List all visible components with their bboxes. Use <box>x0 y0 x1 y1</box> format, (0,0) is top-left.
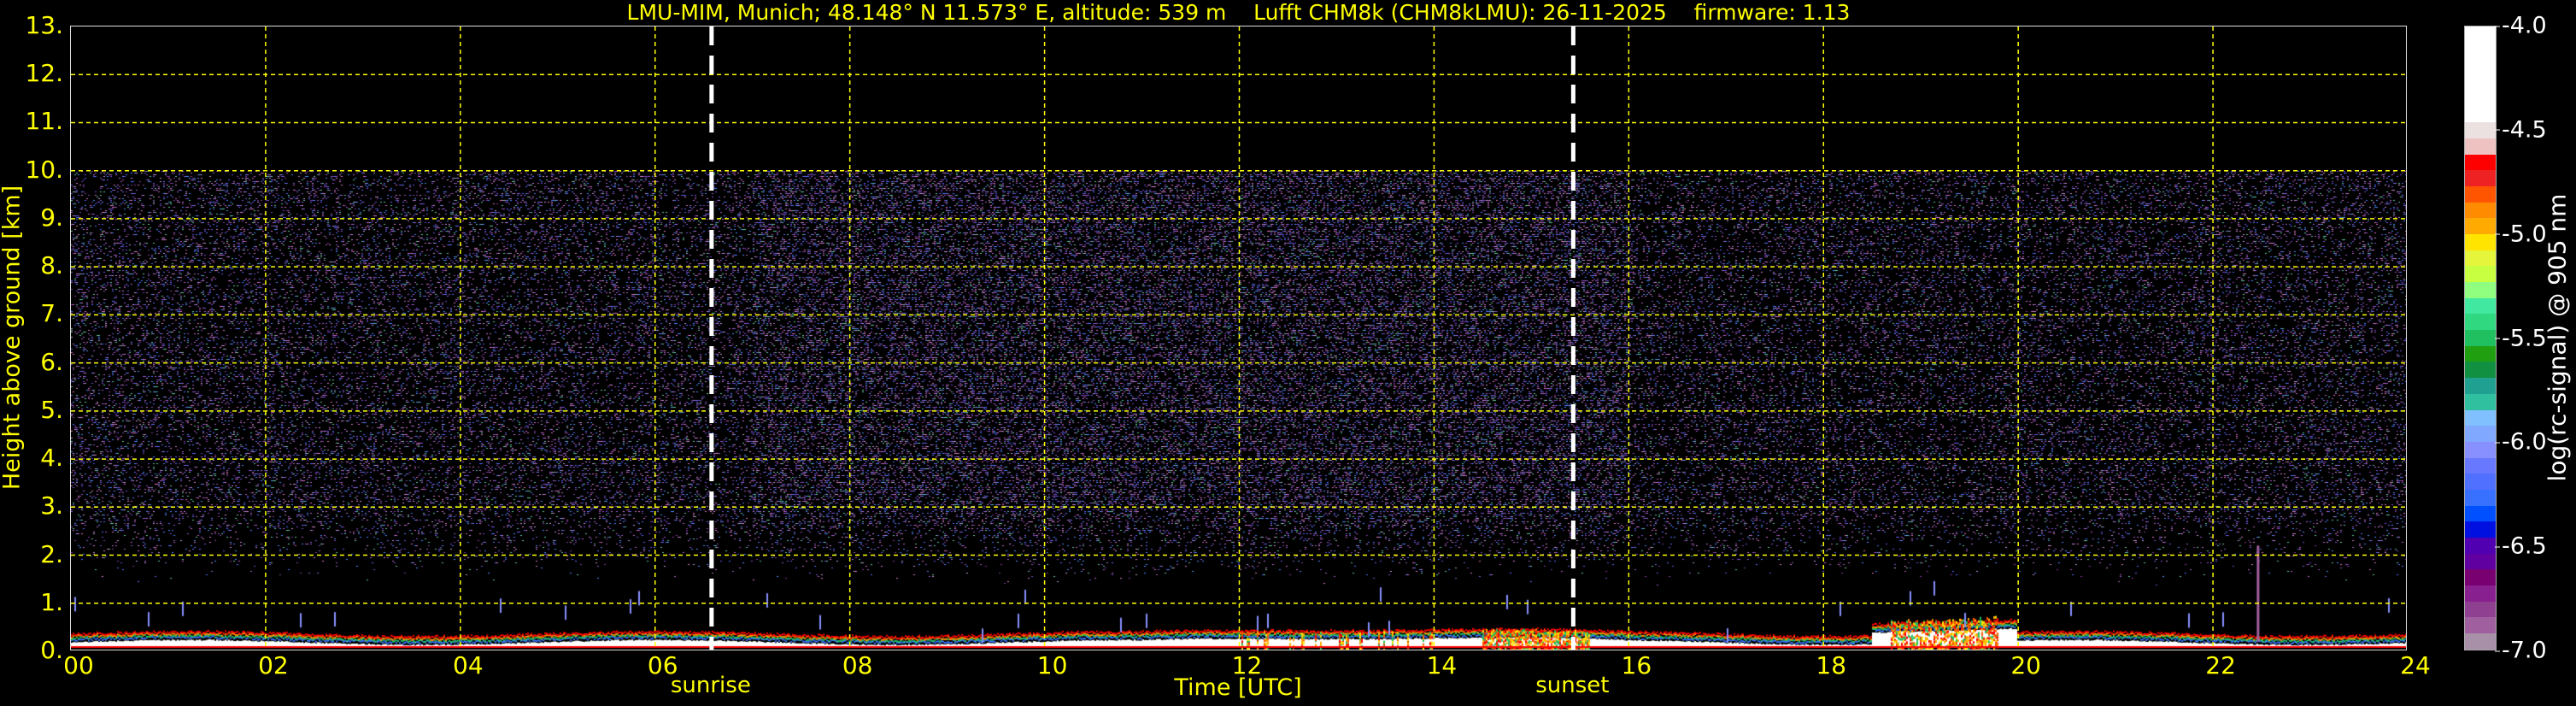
colorbar-segment <box>2465 441 2496 458</box>
colorbar-tick-label: -5.0 <box>2495 221 2547 248</box>
colorbar <box>2464 26 2497 650</box>
colorbar-segment <box>2465 489 2496 506</box>
grid-overlay <box>71 26 2406 650</box>
colorbar-segment <box>2465 90 2496 107</box>
colorbar-segment <box>2465 58 2496 75</box>
colorbar-segment <box>2465 426 2496 442</box>
colorbar-segment <box>2465 362 2496 379</box>
x-tick-label: 16 <box>1621 651 1652 680</box>
colorbar-segment <box>2465 569 2496 586</box>
y-tick-label: 0. <box>40 636 63 664</box>
colorbar-segment <box>2465 393 2496 410</box>
y-tick-label: 11. <box>25 107 63 136</box>
colorbar-segment <box>2465 457 2496 474</box>
x-tick-label: 02 <box>258 651 289 680</box>
colorbar-segment <box>2465 378 2496 394</box>
plot-area <box>70 26 2407 650</box>
colorbar-segment <box>2465 106 2496 123</box>
colorbar-segment <box>2465 601 2496 618</box>
x-tick-label: 10 <box>1036 651 1068 680</box>
y-tick-label: 3. <box>40 491 63 521</box>
x-tick-label: 20 <box>2010 651 2041 680</box>
colorbar-segment <box>2465 553 2496 570</box>
x-tick-label: 14 <box>1426 651 1458 680</box>
colorbar-segment <box>2465 74 2496 91</box>
colorbar-segment <box>2465 154 2496 171</box>
colorbar-tick-label: -4.5 <box>2495 116 2547 144</box>
x-tick-label: 08 <box>842 651 873 680</box>
colorbar-segment <box>2465 185 2496 203</box>
y-tick-label: 2. <box>40 539 63 568</box>
colorbar-segment <box>2465 42 2496 59</box>
colorbar-segment <box>2465 250 2496 267</box>
x-tick-label: 24 <box>2400 651 2431 680</box>
y-axis-label: Height above ground [km] <box>0 185 26 491</box>
x-tick-label: 04 <box>453 651 484 680</box>
colorbar-segment <box>2465 345 2496 362</box>
colorbar-segment <box>2465 585 2496 602</box>
colorbar-segment <box>2465 521 2496 538</box>
colorbar-tick-label: -7.0 <box>2495 637 2547 664</box>
colorbar-segment <box>2465 233 2496 250</box>
event-label-sunrise: sunrise <box>670 673 751 698</box>
x-tick-label: 00 <box>63 651 94 680</box>
colorbar-segment <box>2465 330 2496 346</box>
x-tick-label: 22 <box>2205 651 2236 680</box>
colorbar-tick-label: -6.0 <box>2495 428 2547 456</box>
colorbar-label: log(rc-signal) @ 905 nm <box>2543 193 2572 482</box>
x-axis-label: Time [UTC] <box>1174 674 1302 701</box>
colorbar-segment <box>2465 633 2496 650</box>
colorbar-segment <box>2465 170 2496 186</box>
colorbar-segment <box>2465 138 2496 155</box>
colorbar-segment <box>2465 474 2496 490</box>
colorbar-segment <box>2465 617 2496 634</box>
colorbar-tick-label: -4.0 <box>2495 12 2547 39</box>
colorbar-segment <box>2465 505 2496 522</box>
colorbar-segment <box>2465 409 2496 427</box>
colorbar-segment <box>2465 122 2496 138</box>
colorbar-segment <box>2465 297 2496 315</box>
colorbar-segment <box>2465 218 2496 234</box>
y-tick-label: 10. <box>25 155 63 184</box>
y-tick-label: 1. <box>40 587 63 616</box>
y-tick-label: 12. <box>25 59 63 88</box>
colorbar-segment <box>2465 26 2496 43</box>
x-tick-label: 18 <box>1816 651 1847 680</box>
colorbar-segment <box>2465 314 2496 331</box>
chart-title: LMU-MIM, Munich; 48.148° N 11.573° E, al… <box>626 0 1851 25</box>
colorbar-segment <box>2465 538 2496 554</box>
colorbar-segment <box>2465 266 2496 282</box>
event-label-sunset: sunset <box>1535 673 1610 698</box>
colorbar-tick-label: -6.5 <box>2495 532 2547 560</box>
colorbar-segment <box>2465 202 2496 219</box>
y-tick-label: 13. <box>25 11 63 39</box>
colorbar-tick-label: -5.5 <box>2495 325 2547 351</box>
colorbar-segment <box>2465 282 2496 298</box>
